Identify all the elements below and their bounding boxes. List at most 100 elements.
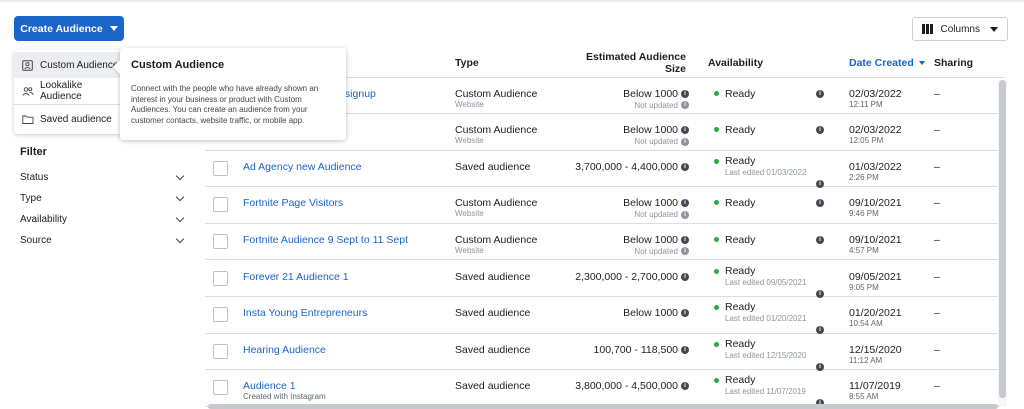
- custom-audience-icon: [22, 59, 33, 71]
- sharing-value: –: [934, 233, 940, 246]
- audience-size-value: Below 1000: [623, 307, 678, 320]
- row-checkbox[interactable]: [213, 380, 228, 396]
- audience-name-link[interactable]: Ad Agency new Audience: [243, 161, 362, 173]
- chevron-down-icon: [175, 171, 185, 181]
- audience-name-link[interactable]: Insta Young Entrepreneurs: [243, 307, 367, 319]
- info-icon[interactable]: i: [681, 210, 689, 219]
- audience-name-link[interactable]: Hearing Audience: [243, 344, 326, 356]
- filter-availability[interactable]: Availability: [20, 213, 186, 225]
- audience-size-sub: Not updated i: [634, 210, 689, 219]
- audience-type-sub: Website: [455, 136, 484, 146]
- date-created: 09/05/2021: [849, 270, 902, 283]
- header-estimated-size[interactable]: Estimated Audience Size: [560, 51, 686, 75]
- sort-desc-icon: [918, 61, 925, 65]
- create-audience-button[interactable]: Create Audience: [14, 16, 124, 41]
- info-icon[interactable]: i: [816, 126, 824, 135]
- header-type[interactable]: Type: [455, 57, 479, 69]
- row-checkbox[interactable]: [213, 197, 228, 213]
- table-row[interactable]: Forever 21 Audience 1 Saved audience 2,300…: [205, 261, 1000, 298]
- row-checkbox[interactable]: [213, 233, 228, 249]
- columns-label: Columns: [940, 23, 980, 35]
- audience-name-link[interactable]: Audience 1: [243, 380, 296, 392]
- time-created: 8:55 AM: [849, 392, 879, 402]
- audience-size-value: Below 1000: [623, 197, 678, 210]
- info-icon[interactable]: i: [816, 89, 824, 98]
- info-icon[interactable]: i: [681, 272, 689, 281]
- status-dot-icon: [714, 236, 719, 242]
- header-sharing[interactable]: Sharing: [934, 57, 973, 69]
- audience-type: Custom Audience: [455, 87, 538, 100]
- status-dot-icon: [714, 127, 719, 133]
- chevron-down-icon: [175, 234, 185, 244]
- audience-size-sub: Not updated i: [634, 247, 689, 256]
- audience-name-link[interactable]: Fortnite Audience 9 Sept to 11 Sept: [243, 234, 408, 246]
- top-divider: [0, 0, 1024, 2]
- audience-type: Saved audience: [455, 380, 531, 393]
- availability-edited: Last edited 12/15/2020: [725, 350, 807, 360]
- sharing-value: –: [934, 380, 940, 393]
- audience-name-link[interactable]: Forever 21 Audience 1: [243, 271, 349, 283]
- sharing-value: –: [934, 307, 940, 320]
- audience-size: 3,700,000 - 4,400,000 i: [575, 161, 689, 173]
- info-icon[interactable]: i: [681, 382, 689, 391]
- audience-size: Below 1000 i: [623, 234, 689, 246]
- table-row[interactable]: Fortnite Page Visitors Custom Audience Web…: [205, 187, 1000, 224]
- audience-name-link[interactable]: Fortnite Page Visitors: [243, 197, 343, 209]
- sharing-value: –: [934, 197, 940, 210]
- audience-size: Below 1000 i: [623, 307, 689, 319]
- filter-type[interactable]: Type: [20, 192, 186, 204]
- table-row[interactable]: Hearing Audience Saved audience 100,700 - …: [205, 334, 1000, 371]
- header-size-line1: Estimated Audience: [586, 51, 686, 63]
- availability-edited: Last edited 09/05/2021: [725, 277, 807, 287]
- availability-status: Ready: [725, 337, 756, 350]
- audience-size-note: Not updated: [634, 100, 678, 110]
- info-icon[interactable]: i: [816, 235, 824, 244]
- info-icon[interactable]: i: [681, 101, 689, 109]
- table-row[interactable]: Audience 1 Created with Instagram Saved au…: [205, 370, 1000, 408]
- header-availability[interactable]: Availability: [708, 57, 763, 69]
- availability-status: Ready: [725, 124, 756, 137]
- table-row[interactable]: Insta Young Entrepreneurs Saved audience B…: [205, 297, 1000, 335]
- info-icon[interactable]: i: [816, 199, 824, 208]
- header-size-line2: Size: [664, 63, 686, 75]
- info-icon[interactable]: i: [681, 199, 689, 208]
- info-icon[interactable]: i: [681, 345, 689, 354]
- menu-item-lookalike-audience[interactable]: Lookalike Audience: [14, 78, 122, 104]
- audience-size-sub: Not updated i: [634, 101, 689, 110]
- info-icon[interactable]: i: [681, 309, 689, 318]
- audience-type: Custom Audience: [455, 124, 538, 137]
- menu-item-saved-audience[interactable]: Saved audience: [14, 106, 122, 132]
- table-row[interactable]: Ad Agency new Audience Saved audience 3,70…: [205, 151, 1000, 188]
- vertical-scrollbar-thumb[interactable]: [999, 80, 1006, 398]
- audience-type-sub: Website: [455, 99, 484, 109]
- info-icon[interactable]: i: [681, 162, 689, 171]
- row-checkbox[interactable]: [213, 270, 228, 286]
- row-checkbox[interactable]: [213, 343, 228, 359]
- custom-audience-tooltip: Custom Audience Connect with the people …: [120, 48, 346, 140]
- header-date-created[interactable]: Date Created: [849, 57, 925, 69]
- status-dot-icon: [714, 341, 719, 347]
- horizontal-scrollbar[interactable]: [208, 404, 998, 409]
- row-checkbox[interactable]: [213, 160, 228, 176]
- info-icon[interactable]: i: [681, 247, 689, 256]
- info-icon[interactable]: i: [681, 89, 689, 98]
- audience-size: 2,300,000 - 2,700,000 i: [575, 271, 689, 283]
- info-icon[interactable]: i: [681, 235, 689, 244]
- info-icon[interactable]: i: [681, 126, 689, 135]
- menu-item-custom-audience[interactable]: Custom Audience: [14, 52, 122, 78]
- filter-source[interactable]: Source: [20, 234, 186, 246]
- tooltip-title: Custom Audience: [131, 59, 225, 71]
- row-checkbox[interactable]: [213, 307, 228, 323]
- availability-status: Ready: [725, 301, 756, 314]
- table-row[interactable]: Fortnite Audience 9 Sept to 11 Sept Custo…: [205, 224, 1000, 261]
- chevron-down-icon: [109, 26, 118, 31]
- filter-label: Availability: [20, 214, 68, 225]
- audience-size-note: Not updated: [634, 137, 678, 147]
- sharing-value: –: [934, 343, 940, 356]
- filter-status[interactable]: Status: [20, 171, 186, 183]
- time-created: 9:46 PM: [849, 209, 879, 219]
- menu-item-label: Custom Audience: [40, 59, 119, 71]
- columns-button[interactable]: Columns: [912, 17, 1008, 41]
- people-icon: [22, 86, 34, 97]
- info-icon[interactable]: i: [681, 137, 689, 146]
